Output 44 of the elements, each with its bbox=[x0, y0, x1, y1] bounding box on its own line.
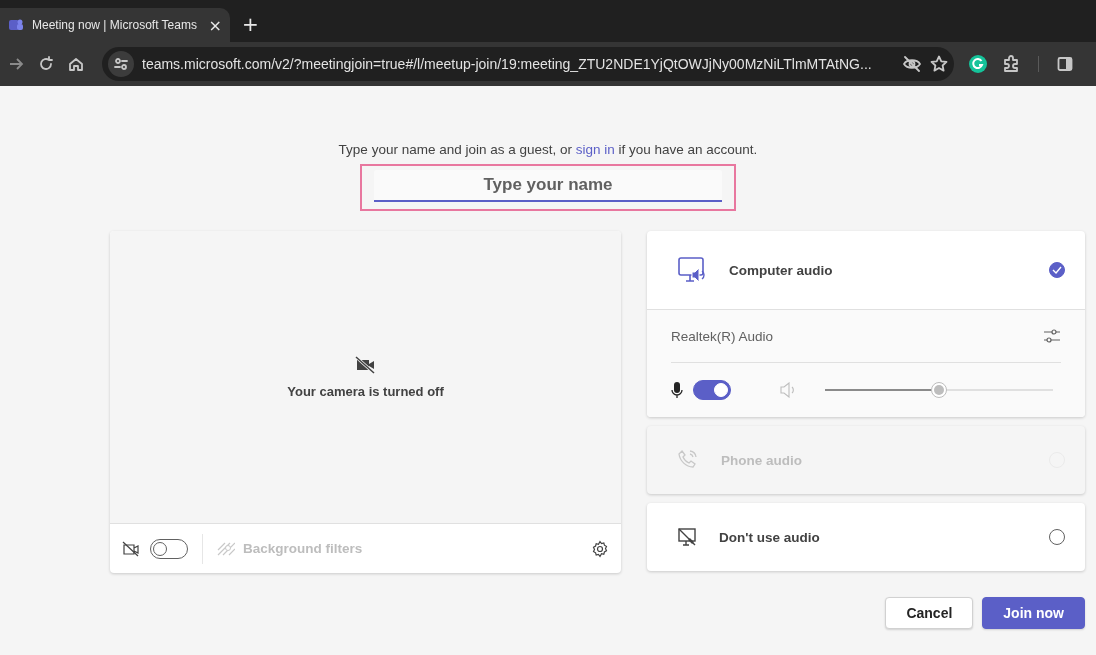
address-bar[interactable]: teams.microsoft.com/v2/?meetingjoin=true#/l/meetup-join/19:meeting_ZTU2NDE1YjQtOWJjNy00MzNiLTlmMTAtNG... bbox=[102, 47, 954, 81]
camera-toggle[interactable] bbox=[150, 538, 188, 559]
side-panel-icon[interactable] bbox=[1057, 56, 1073, 72]
camera-off-icon bbox=[354, 355, 377, 374]
url-text: teams.microsoft.com/v2/?meetingjoin=true#/l/meetup-join/19:meeting_ZTU2NDE1YjQtOWJjNy00MzNiLTlmMTAtNG... bbox=[142, 56, 873, 72]
camera-off-icon bbox=[122, 540, 140, 557]
new-tab-button[interactable]: + bbox=[242, 12, 259, 36]
cancel-button[interactable]: Cancel bbox=[885, 597, 974, 629]
site-settings-icon[interactable] bbox=[108, 51, 134, 77]
close-tab-button[interactable]: × bbox=[208, 15, 222, 35]
monitor-off-icon bbox=[677, 527, 697, 547]
join-prompt: Type your name and join as a guest, or sign in if you have an account. bbox=[338, 142, 758, 157]
radio-button[interactable] bbox=[1049, 529, 1065, 545]
audio-option-label: Phone audio bbox=[721, 452, 803, 468]
grammarly-icon[interactable] bbox=[968, 54, 988, 74]
audio-option-card[interactable]: Don't use audio bbox=[647, 503, 1085, 571]
settings-icon[interactable] bbox=[591, 539, 609, 558]
background-icon bbox=[217, 541, 235, 556]
audio-option-label: Computer audio bbox=[729, 262, 834, 278]
star-icon[interactable] bbox=[930, 55, 948, 73]
phone-icon bbox=[677, 449, 699, 471]
slider-thumb[interactable] bbox=[931, 382, 947, 398]
teams-logo-icon bbox=[8, 17, 24, 33]
home-icon[interactable] bbox=[68, 56, 84, 72]
microphone-icon bbox=[671, 381, 683, 399]
forward-icon[interactable] bbox=[8, 56, 24, 72]
name-field[interactable]: Type your name bbox=[374, 170, 722, 202]
browser-tab[interactable]: Meeting now | Microsoft Teams × bbox=[0, 8, 230, 42]
microphone-toggle[interactable] bbox=[693, 380, 731, 400]
reload-icon[interactable] bbox=[38, 56, 54, 72]
checkmark-icon bbox=[1052, 266, 1062, 274]
device-settings-icon[interactable] bbox=[1043, 328, 1061, 344]
camera-status: Your camera is turned off bbox=[287, 383, 444, 399]
eye-off-icon[interactable] bbox=[902, 56, 922, 72]
speaker-icon bbox=[779, 382, 797, 398]
audio-device-name: Realtek(R) Audio bbox=[671, 328, 774, 344]
tab-title: Meeting now | Microsoft Teams bbox=[32, 18, 198, 32]
audio-option-label: Don't use audio bbox=[719, 529, 821, 545]
puzzle-icon[interactable] bbox=[1002, 55, 1020, 73]
sign-in-link[interactable]: sign in bbox=[575, 142, 615, 157]
audio-option-card[interactable]: Computer audio Realtek(R) Audio bbox=[647, 231, 1085, 417]
join-button[interactable]: Join now bbox=[982, 597, 1085, 629]
monitor-speaker-icon bbox=[677, 256, 707, 284]
radio-button[interactable] bbox=[1049, 262, 1065, 278]
